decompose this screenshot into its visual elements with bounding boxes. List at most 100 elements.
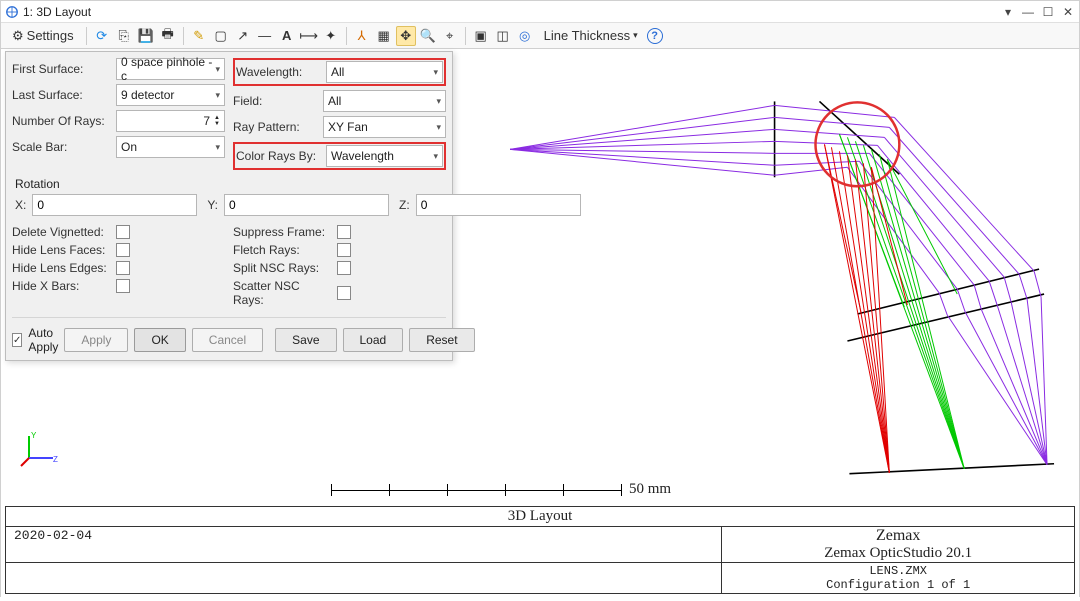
first-surface-label: First Surface: bbox=[12, 62, 112, 76]
hide-lens-faces-checkbox[interactable] bbox=[116, 243, 130, 257]
zoom-icon[interactable]: 🔍 bbox=[418, 26, 438, 46]
view2-icon[interactable]: ◫ bbox=[493, 26, 513, 46]
color-rays-by-label: Color Rays By: bbox=[236, 149, 322, 163]
close-button[interactable]: ✕ bbox=[1061, 5, 1075, 19]
footer-file: LENS.ZMX bbox=[722, 564, 1074, 578]
auto-apply-label: Auto Apply bbox=[28, 326, 58, 354]
chevron-down-icon: ▾ bbox=[433, 151, 438, 162]
separator bbox=[183, 27, 184, 45]
maximize-button[interactable]: ☐ bbox=[1041, 5, 1055, 19]
rot-z-label: Z: bbox=[399, 198, 410, 212]
fletch-rays-checkbox[interactable] bbox=[337, 243, 351, 257]
scale-bar-label: 50 mm bbox=[629, 481, 671, 498]
delete-vignetted-checkbox[interactable] bbox=[116, 225, 130, 239]
first-surface-select[interactable]: 0 space pinhole - c▾ bbox=[116, 58, 225, 80]
suppress-frame-label: Suppress Frame: bbox=[233, 225, 333, 239]
scatter-nsc-checkbox[interactable] bbox=[337, 286, 351, 300]
fletch-rays-label: Fletch Rays: bbox=[233, 243, 333, 257]
compass-icon[interactable]: ✦ bbox=[321, 26, 341, 46]
scatter-nsc-label: Scatter NSC Rays: bbox=[233, 279, 333, 307]
suppress-frame-checkbox[interactable] bbox=[337, 225, 351, 239]
scale-bar: 50 mm bbox=[331, 481, 671, 498]
chevron-down-icon: ▾ bbox=[436, 122, 441, 133]
hide-x-bars-label: Hide X Bars: bbox=[12, 279, 112, 293]
axis-z-label: Z bbox=[53, 455, 58, 464]
save-button[interactable]: Save bbox=[275, 328, 336, 352]
help-icon[interactable]: ? bbox=[647, 28, 663, 44]
last-surface-select[interactable]: 9 detector▾ bbox=[116, 84, 225, 106]
chevron-down-icon: ▾ bbox=[215, 90, 220, 101]
rotation-label: Rotation bbox=[13, 177, 445, 191]
ok-button[interactable]: OK bbox=[134, 328, 185, 352]
workspace: Y Z 50 mm 3D Layout 2020-02-04 Zemax Zem… bbox=[1, 49, 1079, 598]
separator bbox=[86, 27, 87, 45]
line-thickness-dropdown[interactable]: Line Thickness ▾ bbox=[537, 26, 645, 46]
pencil-icon[interactable]: ✎ bbox=[189, 26, 209, 46]
title-bar: 1: 3D Layout ▾ — ☐ ✕ bbox=[1, 1, 1079, 23]
settings-panel: First Surface: 0 space pinhole - c▾ Last… bbox=[5, 51, 453, 361]
camera-icon[interactable]: ⌖ bbox=[440, 26, 460, 46]
hide-x-bars-checkbox[interactable] bbox=[116, 279, 130, 293]
square-icon[interactable]: ▢ bbox=[211, 26, 231, 46]
ray-pattern-label: Ray Pattern: bbox=[233, 120, 319, 134]
apply-button[interactable]: Apply bbox=[64, 328, 128, 352]
view1-icon[interactable]: ▣ bbox=[471, 26, 491, 46]
move-icon[interactable]: ✥ bbox=[396, 26, 416, 46]
field-select[interactable]: All▾ bbox=[323, 90, 446, 112]
rot-z-input[interactable] bbox=[416, 194, 581, 216]
chevron-down-icon: ▾ bbox=[436, 96, 441, 107]
wavelength-select[interactable]: All▾ bbox=[326, 61, 443, 83]
chevron-down-icon: ▾ bbox=[433, 67, 438, 78]
load-button[interactable]: Load bbox=[343, 328, 404, 352]
dimension-icon[interactable]: ⟼ bbox=[299, 26, 319, 46]
field-label: Field: bbox=[233, 94, 319, 108]
text-a-icon[interactable]: A bbox=[277, 26, 297, 46]
hide-lens-edges-checkbox[interactable] bbox=[116, 261, 130, 275]
last-surface-label: Last Surface: bbox=[12, 88, 112, 102]
ray-pattern-select[interactable]: XY Fan▾ bbox=[323, 116, 446, 138]
separator bbox=[465, 27, 466, 45]
save-icon[interactable]: 💾 bbox=[136, 26, 156, 46]
chevron-down-icon: ▾ bbox=[215, 64, 220, 75]
scale-bar-label-text: Scale Bar: bbox=[12, 140, 112, 154]
wavelength-label: Wavelength: bbox=[236, 65, 322, 79]
cancel-button[interactable]: Cancel bbox=[192, 328, 263, 352]
toolbar: ⚙ Settings ⟳ ⎘ 💾 🖶 ✎ ▢ ↗ — A ⟼ ✦ ⅄ ▦ ✥ 🔍… bbox=[1, 23, 1079, 49]
footer-info: 3D Layout 2020-02-04 Zemax Zemax OpticSt… bbox=[5, 506, 1075, 594]
app-icon bbox=[5, 5, 19, 19]
axis-y-label: Y bbox=[31, 431, 37, 440]
grid-icon[interactable]: ▦ bbox=[374, 26, 394, 46]
arrow-icon[interactable]: ↗ bbox=[233, 26, 253, 46]
axes-icon[interactable]: ⅄ bbox=[352, 26, 372, 46]
footer-product: Zemax OpticStudio 20.1 bbox=[722, 545, 1074, 562]
number-of-rays-label: Number Of Rays: bbox=[12, 114, 112, 128]
reset-button[interactable]: Reset bbox=[409, 328, 474, 352]
layout-title: 3D Layout bbox=[6, 507, 1074, 526]
chevron-down-icon: ▾ bbox=[633, 30, 638, 41]
footer-config: Configuration 1 of 1 bbox=[722, 578, 1074, 592]
print-icon[interactable]: 🖶 bbox=[158, 26, 178, 46]
scale-bar-select[interactable]: On▾ bbox=[116, 136, 225, 158]
dropdown-icon[interactable]: ▾ bbox=[1001, 5, 1015, 19]
split-nsc-checkbox[interactable] bbox=[337, 261, 351, 275]
line-icon[interactable]: — bbox=[255, 26, 275, 46]
rot-x-input[interactable] bbox=[32, 194, 197, 216]
delete-vignetted-label: Delete Vignetted: bbox=[12, 225, 112, 239]
refresh-icon[interactable]: ⟳ bbox=[92, 26, 112, 46]
footer-date: 2020-02-04 bbox=[6, 527, 721, 562]
settings-button[interactable]: ⚙ Settings bbox=[5, 26, 81, 46]
split-nsc-label: Split NSC Rays: bbox=[233, 261, 333, 275]
color-rays-by-select[interactable]: Wavelength▾ bbox=[326, 145, 443, 167]
rot-y-input[interactable] bbox=[224, 194, 389, 216]
minimize-button[interactable]: — bbox=[1021, 5, 1035, 19]
copy-icon[interactable]: ⎘ bbox=[114, 26, 134, 46]
target-icon[interactable]: ◎ bbox=[515, 26, 535, 46]
number-of-rays-input[interactable]: 7▲▼ bbox=[116, 110, 225, 132]
separator bbox=[346, 27, 347, 45]
axis-gizmo: Y Z bbox=[19, 428, 59, 468]
settings-label: Settings bbox=[27, 28, 74, 43]
gear-icon: ⚙ bbox=[12, 28, 24, 44]
auto-apply-checkbox[interactable]: ✓ bbox=[12, 333, 22, 347]
footer-spacer bbox=[6, 563, 721, 593]
footer-vendor: Zemax bbox=[722, 527, 1074, 545]
